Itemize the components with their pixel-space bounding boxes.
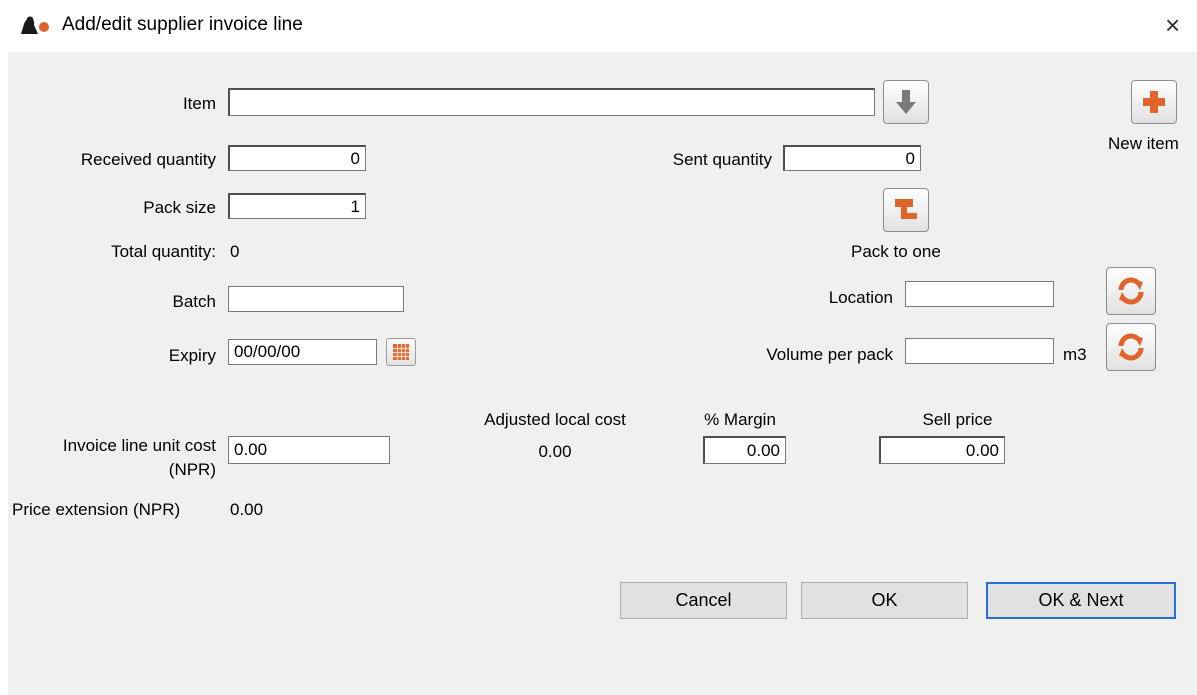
margin-input[interactable] [703,436,786,464]
item-input[interactable] [228,88,875,116]
invoice-line-unit-cost-label: Invoice line unit cost [62,436,216,455]
pack-size-label: Pack size [143,198,216,217]
received-quantity-label: Received quantity [80,150,216,169]
refresh-icon [1118,333,1144,361]
pack-size-input[interactable] [228,193,366,219]
margin-label: % Margin [704,410,776,429]
expiry-input[interactable] [228,339,377,365]
received-quantity-input[interactable] [228,145,366,171]
total-quantity-value: 0 [230,242,240,261]
close-icon[interactable]: × [1165,8,1180,42]
adjusted-local-cost-value: 0.00 [538,442,572,461]
plus-icon [1143,91,1165,113]
ok-button[interactable]: OK [801,582,968,619]
invoice-line-unit-cost-currency-label: (NPR) [168,460,216,479]
adjusted-local-cost-label: Adjusted local cost [484,410,626,429]
title-bar: Add/edit supplier invoice line × [0,0,1197,50]
total-quantity-label: Total quantity: [111,242,216,261]
price-extension-value: 0.00 [230,500,264,519]
expiry-label: Expiry [168,346,216,365]
volume-per-pack-input[interactable] [905,338,1054,364]
new-item-label: New item [1108,134,1179,153]
refresh-icon [1118,277,1144,305]
item-label: Item [182,94,216,113]
pack-to-one-button[interactable] [883,188,929,232]
batch-label: Batch [172,292,216,311]
volume-refresh-button[interactable] [1106,323,1156,371]
volume-per-pack-label: Volume per pack [766,345,893,364]
sell-price-input[interactable] [879,436,1005,464]
sell-price-label: Sell price [922,410,993,429]
app-logo-icon [18,14,58,36]
sent-quantity-label: Sent quantity [672,150,772,169]
window-title: Add/edit supplier invoice line [62,14,303,35]
pack-to-one-icon [895,199,917,219]
cancel-button[interactable]: Cancel [620,582,787,619]
pack-to-one-label: Pack to one [851,242,941,261]
arrow-down-icon [896,90,916,114]
location-refresh-button[interactable] [1106,267,1156,315]
calendar-icon [393,344,409,360]
new-item-button[interactable] [1131,80,1177,124]
price-extension-label: Price extension (NPR) [12,500,181,519]
volume-unit-label: m3 [1063,345,1087,364]
batch-input[interactable] [228,286,404,312]
ok-and-next-button[interactable]: OK & Next [986,582,1176,619]
sent-quantity-input[interactable] [783,145,921,171]
location-label: Location [828,288,893,307]
item-lookup-button[interactable] [883,80,929,124]
location-input[interactable] [905,281,1054,307]
expiry-calendar-button[interactable] [386,338,416,366]
invoice-line-unit-cost-input[interactable] [228,436,390,464]
